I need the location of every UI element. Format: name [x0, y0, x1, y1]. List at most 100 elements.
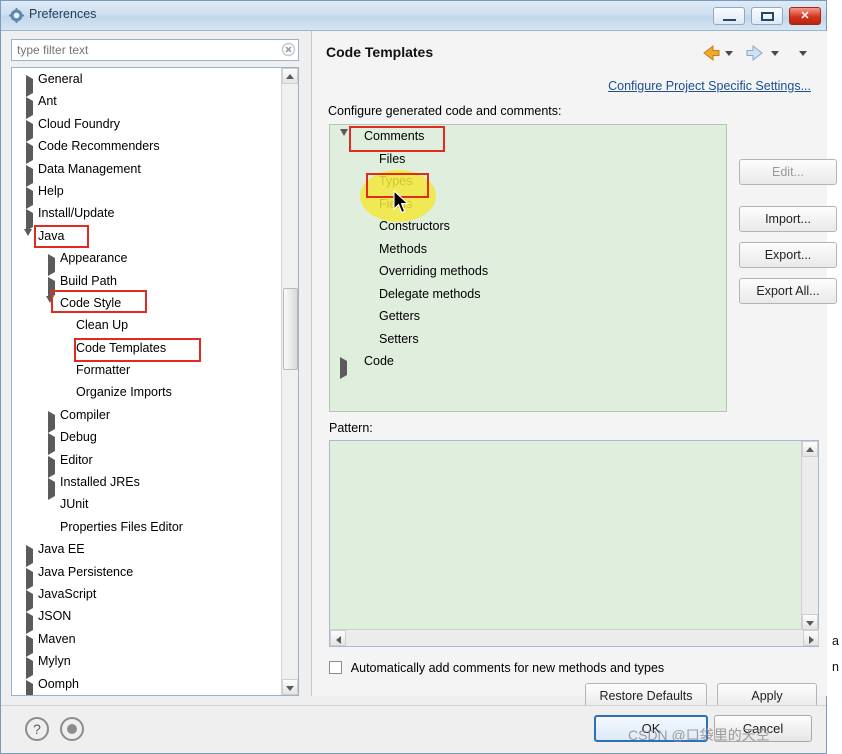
sidebar-item-label: Maven — [38, 631, 76, 646]
export-all-button[interactable]: Export All... — [739, 278, 837, 304]
tree-scrollbar[interactable] — [281, 68, 298, 695]
sidebar-item-organize-imports[interactable]: Organize Imports — [12, 381, 282, 403]
pattern-preview[interactable] — [329, 440, 819, 647]
sidebar-item-json[interactable]: JSON — [12, 605, 282, 635]
auto-add-comments-checkbox[interactable] — [329, 661, 342, 674]
chevron-right-icon[interactable] — [26, 142, 35, 165]
pattern-horizontal-scrollbar[interactable] — [330, 629, 819, 646]
pattern-scroll-right-button[interactable] — [803, 630, 819, 646]
chevron-right-icon[interactable] — [26, 209, 35, 232]
template-item-delegate-methods[interactable]: Delegate methods — [330, 283, 726, 306]
sidebar-item-formatter[interactable]: Formatter — [12, 359, 282, 381]
chevron-right-icon[interactable] — [48, 433, 57, 456]
auto-add-comments-checkbox-row[interactable]: Automatically add comments for new metho… — [329, 661, 664, 675]
back-menu-chevron-down-icon[interactable] — [725, 51, 733, 56]
sidebar-item-data-management[interactable]: Data Management — [12, 158, 282, 187]
forward-menu-chevron-down-icon[interactable] — [771, 51, 779, 56]
chevron-right-icon[interactable] — [26, 612, 35, 635]
template-item-files[interactable]: Files — [330, 148, 726, 171]
edge-fragment-text: a — [832, 634, 839, 648]
chevron-right-icon[interactable] — [26, 97, 35, 120]
chevron-right-icon[interactable] — [26, 545, 35, 568]
template-item-label: Getters — [379, 309, 420, 323]
sidebar-item-installed-jres[interactable]: Installed JREs — [12, 471, 282, 501]
forward-arrow-icon[interactable] — [745, 43, 767, 63]
scrollbar-thumb[interactable] — [283, 288, 298, 370]
chevron-right-icon[interactable] — [26, 186, 35, 209]
scroll-down-button[interactable] — [282, 679, 298, 695]
triangle-glyph — [340, 357, 347, 379]
chevron-down-icon[interactable] — [340, 129, 349, 150]
chevron-right-icon[interactable] — [48, 254, 57, 277]
export-button[interactable]: Export... — [739, 242, 837, 268]
chevron-right-icon[interactable] — [26, 679, 35, 695]
chevron-right-icon[interactable] — [26, 634, 35, 657]
scroll-up-button[interactable] — [282, 68, 298, 84]
chevron-right-icon[interactable] — [340, 357, 349, 379]
close-button[interactable]: ✕ — [789, 7, 821, 25]
sidebar-item-build-path[interactable]: Build Path — [12, 270, 282, 299]
sidebar-item-junit[interactable]: JUnit — [12, 493, 282, 515]
template-item-methods[interactable]: Methods — [330, 238, 726, 261]
sidebar-item-appearance[interactable]: Appearance — [12, 247, 282, 277]
template-item-overriding-methods[interactable]: Overriding methods — [330, 260, 726, 283]
chevron-right-icon[interactable] — [48, 455, 57, 478]
sidebar-item-cloud-foundry[interactable]: Cloud Foundry — [12, 113, 282, 142]
filter-box[interactable] — [11, 39, 299, 61]
template-item-comments[interactable]: Comments — [330, 125, 726, 150]
chevron-down-icon[interactable] — [24, 228, 33, 250]
sidebar-item-mylyn[interactable]: Mylyn — [12, 650, 282, 680]
import-button[interactable]: Import... — [739, 206, 837, 232]
preferences-tree[interactable]: General Ant Cloud Foundry Code Recommenders… — [11, 67, 299, 696]
sidebar-item-properties-files-editor[interactable]: Properties Files Editor — [12, 516, 282, 538]
chevron-right-icon[interactable] — [26, 119, 35, 142]
configure-project-specific-settings-link[interactable]: Configure Project Specific Settings... — [608, 79, 811, 93]
clear-icon[interactable] — [281, 42, 296, 57]
pattern-scroll-left-button[interactable] — [330, 630, 346, 646]
pattern-scroll-up-button[interactable] — [802, 441, 818, 457]
sidebar-item-java-ee[interactable]: Java EE — [12, 538, 282, 568]
chevron-right-icon[interactable] — [48, 276, 57, 299]
sidebar-item-clean-up[interactable]: Clean Up — [12, 314, 282, 336]
help-icon[interactable]: ? — [25, 717, 49, 741]
sidebar-item-oomph[interactable]: Oomph — [12, 673, 282, 695]
sidebar-item-label: Ant — [38, 94, 57, 109]
back-arrow-icon[interactable] — [699, 43, 721, 63]
pattern-vertical-scrollbar[interactable] — [801, 441, 818, 630]
sidebar-item-code-style[interactable]: Code Style — [12, 292, 282, 317]
chevron-right-icon[interactable] — [26, 164, 35, 187]
template-item-code[interactable]: Code — [330, 350, 726, 379]
chevron-right-icon[interactable] — [26, 567, 35, 590]
minimize-button[interactable] — [713, 7, 745, 25]
chevron-right-icon[interactable] — [48, 410, 57, 433]
template-item-setters[interactable]: Setters — [330, 328, 726, 351]
sidebar-item-install-update[interactable]: Install/Update — [12, 202, 282, 232]
template-item-getters[interactable]: Getters — [330, 305, 726, 328]
chevron-right-icon[interactable] — [48, 478, 57, 501]
chevron-right-icon[interactable] — [26, 75, 35, 97]
template-item-types[interactable]: Types — [330, 170, 726, 193]
sidebar-item-ant[interactable]: Ant — [12, 90, 282, 120]
sidebar-item-help[interactable]: Help — [12, 180, 282, 209]
chevron-right-icon[interactable] — [26, 589, 35, 612]
record-icon[interactable] — [60, 717, 84, 741]
pattern-scroll-down-button[interactable] — [802, 614, 818, 630]
overflow-chevron-down-icon[interactable] — [799, 51, 807, 56]
chevron-down-icon[interactable] — [46, 295, 55, 317]
search-input[interactable] — [11, 39, 299, 61]
chevron-right-icon[interactable] — [26, 657, 35, 680]
sidebar-item-editor[interactable]: Editor — [12, 449, 282, 478]
sidebar-item-maven[interactable]: Maven — [12, 628, 282, 657]
maximize-button[interactable] — [751, 7, 783, 25]
template-item-fields[interactable]: Fields — [330, 193, 726, 216]
templates-tree[interactable]: Comments Files Types Fields Constructors Meth… — [329, 124, 727, 412]
sidebar-item-java-persistence[interactable]: Java Persistence — [12, 561, 282, 590]
sidebar-item-debug[interactable]: Debug — [12, 426, 282, 456]
sidebar-item-java[interactable]: Java — [12, 225, 282, 250]
sidebar-item-code-templates[interactable]: Code Templates — [12, 337, 282, 359]
sidebar-item-compiler[interactable]: Compiler — [12, 404, 282, 433]
sidebar-item-javascript[interactable]: JavaScript — [12, 583, 282, 612]
sidebar-item-code-recommenders[interactable]: Code Recommenders — [12, 135, 282, 165]
sidebar-item-general[interactable]: General — [12, 68, 282, 97]
template-item-constructors[interactable]: Constructors — [330, 215, 726, 238]
